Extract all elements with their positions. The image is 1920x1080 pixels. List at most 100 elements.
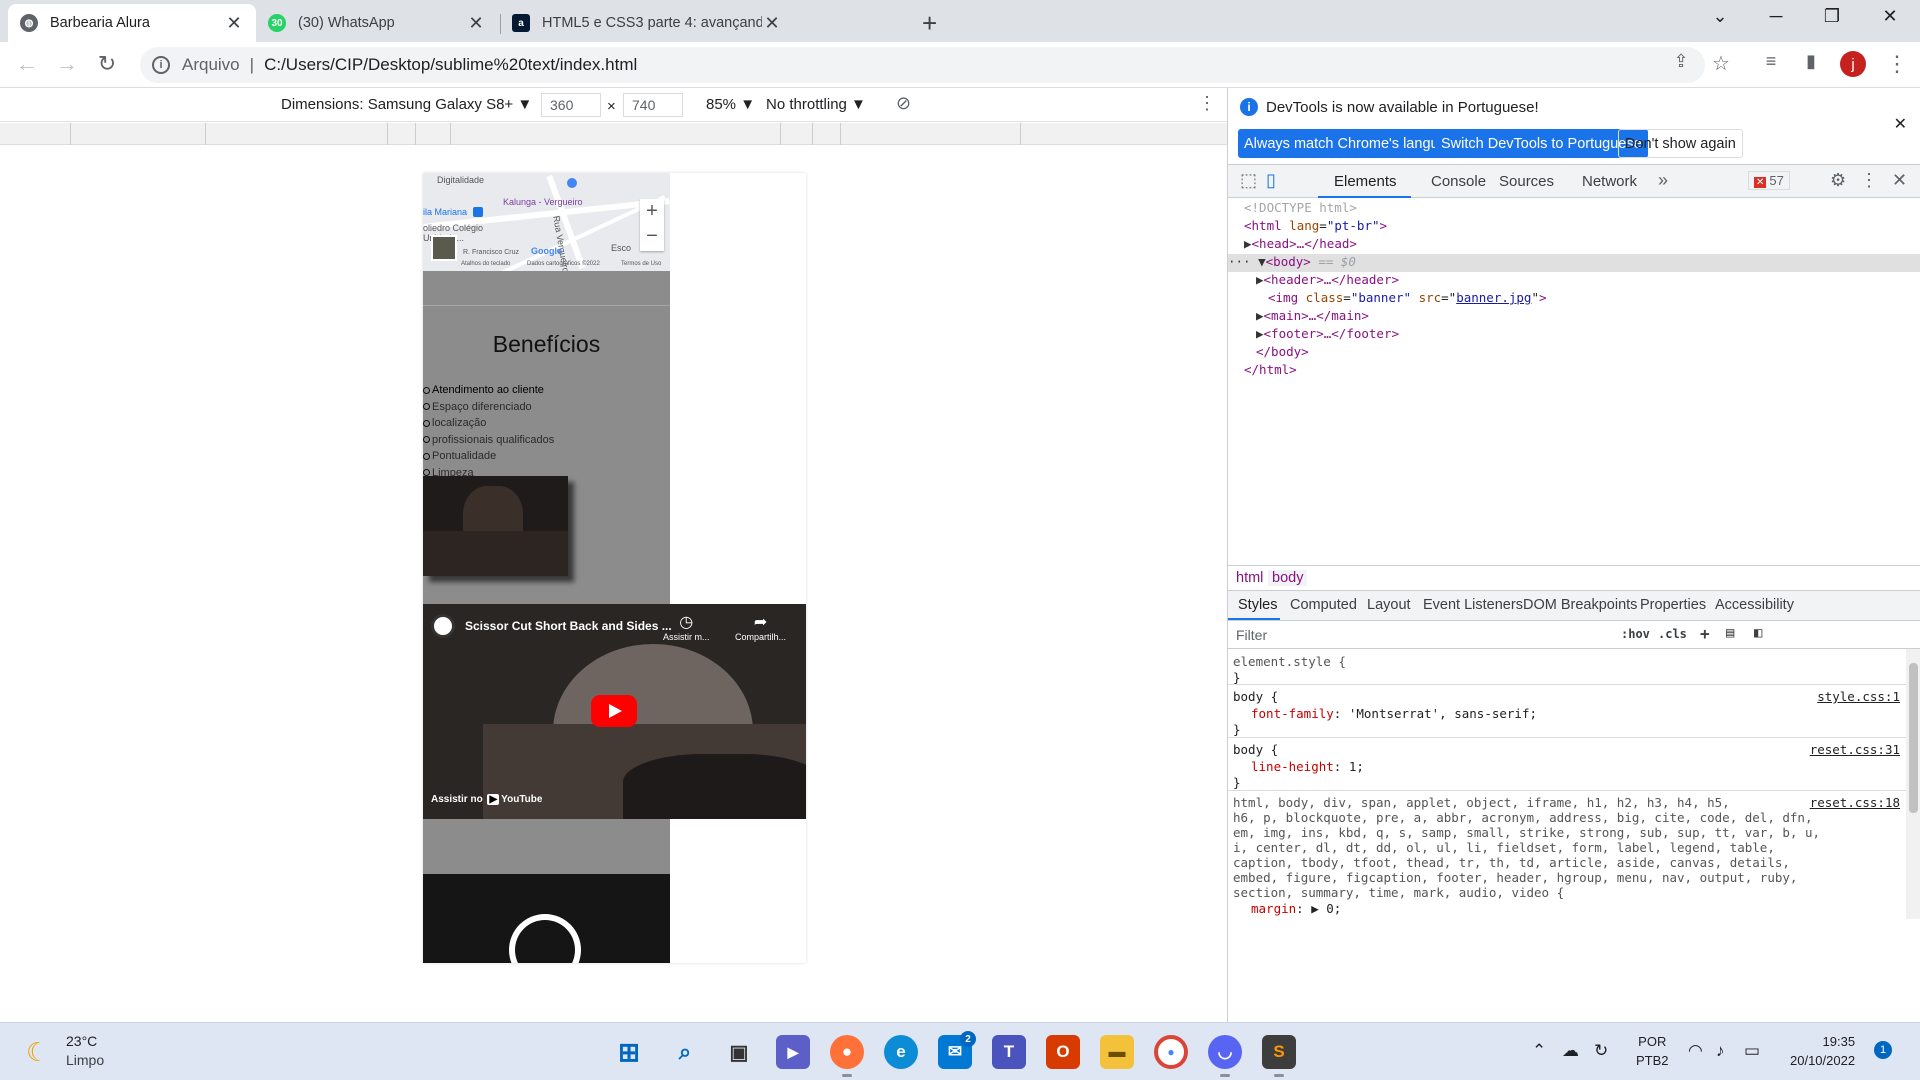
- youtube-embed[interactable]: Scissor Cut Short Back and Sides ... ◷ As…: [423, 604, 806, 819]
- discord-icon[interactable]: ◡: [1208, 1035, 1242, 1077]
- url-text[interactable]: C:/Users/CIP/Desktop/sublime%20text/inde…: [264, 55, 637, 75]
- expand-triangle-icon[interactable]: ▶: [1256, 272, 1264, 287]
- notification-badge[interactable]: 1: [1874, 1041, 1892, 1059]
- mail-icon[interactable]: ✉ 2: [938, 1031, 976, 1069]
- settings-gear-icon[interactable]: ⚙: [1830, 170, 1846, 191]
- css-property[interactable]: font-family: [1251, 706, 1334, 721]
- wifi-icon[interactable]: ◠: [1688, 1041, 1703, 1061]
- expand-triangle-icon[interactable]: ▶: [1244, 236, 1252, 251]
- close-devtools-icon[interactable]: ✕: [1892, 170, 1907, 191]
- css-value[interactable]: 0;: [1326, 901, 1341, 916]
- css-property[interactable]: line-height: [1251, 759, 1334, 774]
- side-panel-icon[interactable]: ▮: [1796, 51, 1826, 72]
- zoom-out-icon[interactable]: −: [640, 224, 664, 249]
- firefox-icon[interactable]: ●: [830, 1035, 864, 1077]
- dom-node[interactable]: <img class="banner" src="banner.jpg">: [1228, 290, 1920, 308]
- breadcrumb-html[interactable]: html: [1232, 570, 1267, 586]
- new-tab-icon[interactable]: +: [922, 8, 937, 39]
- collapse-triangle-icon[interactable]: ▼: [1258, 254, 1266, 269]
- rule-source-link[interactable]: reset.css:18: [1810, 795, 1900, 810]
- map-footer[interactable]: Termos de Uso: [621, 261, 661, 267]
- watch-later-button[interactable]: ◷ Assistir m...: [663, 612, 710, 642]
- dom-node[interactable]: <!DOCTYPE html>: [1228, 200, 1920, 218]
- dom-node-selected[interactable]: ··· ▼<body> == $0: [1228, 254, 1920, 272]
- tray-overflow-icon[interactable]: ⌃: [1532, 1041, 1546, 1061]
- sidebar-toggle-icon[interactable]: ◧: [1754, 625, 1762, 641]
- expand-triangle-icon[interactable]: ▶: [1319, 917, 1327, 919]
- zoom-in-icon[interactable]: +: [640, 199, 664, 224]
- minimize-icon[interactable]: ─: [1756, 6, 1796, 27]
- tab-network[interactable]: Network: [1582, 173, 1637, 190]
- embedded-map[interactable]: Digitalidade Kalunga - Vergueiro ila Mar…: [423, 173, 670, 271]
- teams-icon[interactable]: T: [992, 1035, 1026, 1069]
- close-infobar-icon[interactable]: ✕: [1894, 114, 1907, 134]
- dom-node[interactable]: ▶<header>…</header>: [1228, 272, 1920, 290]
- chrome-icon[interactable]: ●: [1154, 1035, 1188, 1069]
- onedrive-icon[interactable]: ☁: [1562, 1041, 1579, 1061]
- paint-icon[interactable]: ▤: [1726, 625, 1734, 641]
- map-footer[interactable]: Atalhos do teclado: [461, 261, 510, 267]
- tab-elements[interactable]: Elements: [1334, 173, 1397, 190]
- file-explorer-icon[interactable]: ▬: [1100, 1035, 1134, 1069]
- css-value[interactable]: 0;: [1334, 917, 1349, 919]
- dom-node[interactable]: ▶<main>…</main>: [1228, 308, 1920, 326]
- share-button[interactable]: ➦ Compartilh...: [735, 612, 786, 642]
- css-property[interactable]: margin: [1251, 901, 1296, 916]
- tab-event-listeners[interactable]: Event Listeners: [1423, 597, 1523, 613]
- satellite-thumbnail[interactable]: [431, 235, 457, 261]
- scrollbar-thumb[interactable]: [1909, 663, 1918, 813]
- tab-properties[interactable]: Properties: [1640, 597, 1706, 613]
- style-rule[interactable]: reset.css:18 html, body, div, span, appl…: [1228, 791, 1906, 919]
- dom-node[interactable]: <html lang="pt-br">: [1228, 218, 1920, 236]
- map-zoom-control[interactable]: + −: [640, 199, 664, 251]
- rule-source-link[interactable]: reset.css:31: [1810, 742, 1900, 757]
- tab-computed[interactable]: Computed: [1290, 597, 1357, 613]
- cls-toggle[interactable]: .cls: [1658, 627, 1687, 641]
- dom-node[interactable]: ▶<footer>…</footer>: [1228, 326, 1920, 344]
- sync-icon[interactable]: ↻: [1594, 1041, 1608, 1061]
- tab-dom-breakpoints[interactable]: DOM Breakpoints: [1523, 597, 1637, 613]
- tab-styles[interactable]: Styles: [1238, 597, 1278, 613]
- task-view-icon[interactable]: ▣: [722, 1035, 756, 1069]
- tab-accessibility[interactable]: Accessibility: [1715, 597, 1794, 613]
- zoom-select[interactable]: 85% ▼: [706, 96, 755, 113]
- volume-icon[interactable]: ♪: [1716, 1041, 1725, 1061]
- expand-triangle-icon[interactable]: ▶: [1256, 326, 1264, 341]
- sublime-text-icon[interactable]: S: [1262, 1035, 1296, 1077]
- dom-node[interactable]: </body>: [1228, 344, 1920, 362]
- css-value[interactable]: 'Montserrat', sans-serif;: [1349, 706, 1537, 721]
- style-rule[interactable]: body { reset.css:31 line-height: 1; }: [1228, 738, 1906, 791]
- style-rule[interactable]: body { style.css:1 font-family: 'Montser…: [1228, 685, 1906, 738]
- devtools-menu-icon[interactable]: ⋮: [1860, 170, 1878, 191]
- width-input[interactable]: 360: [541, 93, 601, 117]
- address-bar[interactable]: i Arquivo | C:/Users/CIP/Desktop/sublime…: [140, 47, 1705, 83]
- device-toggle-icon[interactable]: ▯: [1266, 170, 1276, 191]
- office-icon[interactable]: O: [1046, 1035, 1080, 1069]
- more-tabs-icon[interactable]: »: [1658, 170, 1668, 191]
- src-link[interactable]: banner.jpg: [1456, 290, 1531, 305]
- throttling-select[interactable]: No throttling ▼: [766, 96, 866, 113]
- dom-node[interactable]: </html>: [1228, 362, 1920, 380]
- tab-sources[interactable]: Sources: [1499, 173, 1554, 190]
- teams-chat-icon[interactable]: ▶: [776, 1035, 810, 1069]
- new-rule-icon[interactable]: +: [1700, 624, 1710, 643]
- channel-avatar[interactable]: [431, 614, 455, 638]
- style-rule[interactable]: element.style { }: [1228, 649, 1906, 685]
- bookmark-star-icon[interactable]: ☆: [1706, 51, 1736, 76]
- start-icon[interactable]: ⊞: [612, 1035, 646, 1069]
- dont-show-again-button[interactable]: Don't show again: [1618, 129, 1743, 158]
- height-input[interactable]: 740: [623, 93, 683, 117]
- tab-layout[interactable]: Layout: [1367, 597, 1411, 613]
- expand-triangle-icon[interactable]: ▶: [1311, 901, 1319, 916]
- reload-icon[interactable]: ↻: [92, 51, 122, 77]
- breadcrumb-body[interactable]: body: [1268, 570, 1308, 586]
- css-value[interactable]: 1;: [1349, 759, 1364, 774]
- rule-source-link[interactable]: style.css:1: [1817, 689, 1900, 704]
- filter-input[interactable]: Filter: [1236, 627, 1267, 643]
- rotate-icon[interactable]: ⊘: [896, 93, 911, 114]
- back-icon[interactable]: ←: [12, 51, 42, 77]
- styles-scrollbar[interactable]: [1906, 649, 1920, 919]
- tab-whatsapp[interactable]: 30 (30) WhatsApp ✕: [256, 4, 498, 42]
- close-tab-icon[interactable]: ✕: [762, 13, 782, 34]
- input-language[interactable]: POR PTB2: [1636, 1032, 1669, 1070]
